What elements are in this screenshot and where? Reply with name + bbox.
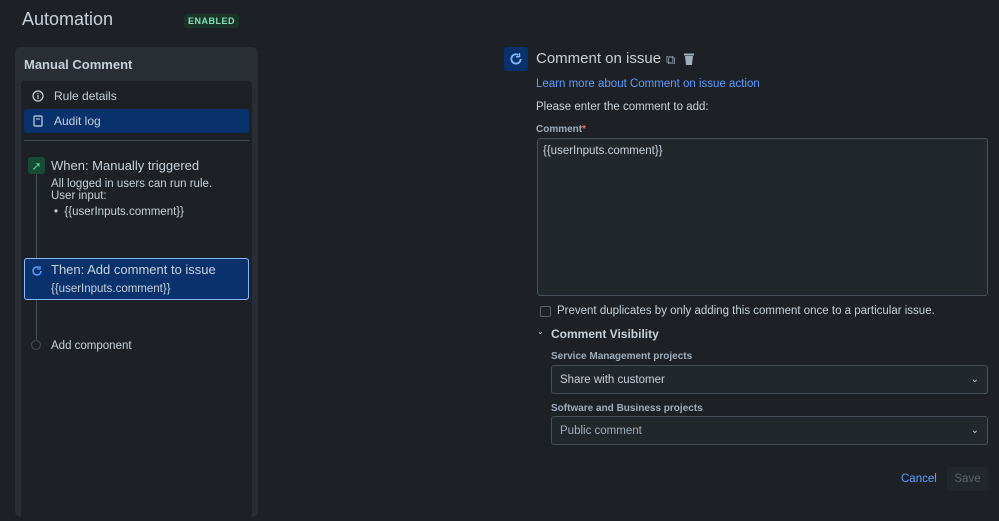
bullet-text: {{userInputs.comment}} (64, 206, 184, 218)
comment-icon (504, 47, 528, 71)
chevron-down-icon[interactable]: ⌄ (537, 327, 544, 336)
nav-label: Rule details (54, 89, 117, 103)
select-value: Public comment (560, 424, 642, 437)
visibility-toggle[interactable]: Comment Visibility (551, 327, 659, 341)
software-visibility-select[interactable]: Public comment ⌄ (551, 416, 988, 445)
chevron-down-icon: ⌄ (970, 425, 979, 436)
action-step-selected[interactable]: Then: Add comment to issue {{userInputs.… (24, 258, 249, 300)
select-value: Share with customer (560, 373, 665, 386)
add-component-button[interactable]: Add component (51, 340, 132, 352)
learn-more-link[interactable]: Learn more about Comment on issue action (536, 78, 760, 90)
action-title: Then: Add comment to issue (51, 262, 216, 277)
comment-icon (32, 266, 42, 276)
rule-steps (21, 81, 252, 521)
trash-icon[interactable] (683, 52, 695, 65)
software-label: Software and Business projects (551, 403, 703, 414)
chevron-down-icon: ⌄ (970, 374, 979, 385)
comment-label: Comment* (536, 124, 586, 135)
required-marker: * (582, 124, 587, 135)
add-circle-icon (31, 340, 41, 350)
comment-textarea[interactable]: {{userInputs.comment}} (537, 138, 988, 296)
service-visibility-select[interactable]: Share with customer ⌄ (551, 365, 988, 394)
instruction-text: Please enter the comment to add: (536, 101, 709, 113)
prevent-duplicates-checkbox[interactable] (540, 306, 551, 317)
trigger-title[interactable]: When: Manually triggered (51, 158, 199, 173)
trigger-input-bullet: • {{userInputs.comment}} (54, 206, 184, 218)
prevent-duplicates-label[interactable]: Prevent duplicates by only adding this c… (557, 305, 935, 317)
status-badge: ENABLED (184, 14, 240, 28)
divider (24, 140, 249, 141)
nav-rule-details[interactable]: Rule details (24, 84, 249, 108)
action-detail: {{userInputs.comment}} (51, 283, 171, 295)
trigger-desc: All logged in users can run rule. (51, 178, 213, 190)
document-icon (33, 115, 43, 127)
editor-title: Comment on issue (536, 50, 662, 67)
rule-name: Manual Comment (24, 57, 133, 72)
nav-label: Audit log (54, 114, 101, 128)
save-button[interactable]: Save (947, 467, 988, 491)
cursor-click-icon: ➚ (28, 157, 45, 174)
copy-icon[interactable]: ⧉ (666, 52, 675, 68)
nav-audit-log[interactable]: Audit log (24, 109, 249, 133)
info-icon (32, 90, 44, 102)
label-text: Comment (536, 124, 583, 135)
step-connector (36, 172, 37, 340)
page-title: Automation (22, 9, 114, 29)
cancel-button[interactable]: Cancel (901, 473, 937, 485)
trigger-input-label: User input: (51, 190, 107, 202)
service-label: Service Management projects (551, 351, 693, 362)
